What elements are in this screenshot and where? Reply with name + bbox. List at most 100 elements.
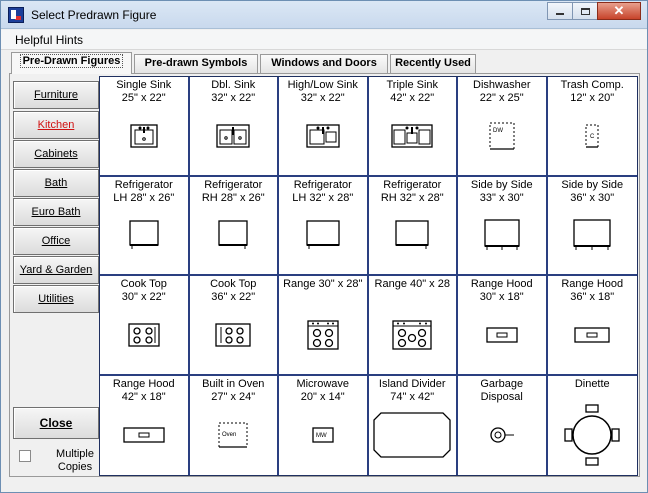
figure-grid: Single Sink 25" x 22" Dbl. Sink 32" x 22… xyxy=(99,76,638,476)
figure-cell[interactable]: Garbage Disposal xyxy=(458,375,548,475)
range-40-icon xyxy=(392,319,432,350)
tab-windows-and-doors[interactable]: Windows and Doors xyxy=(260,54,388,73)
figure-size: 25" x 22" xyxy=(121,92,166,104)
figure-cell[interactable]: Side by Side 33" x 30" xyxy=(458,176,548,276)
figure-cell[interactable]: Triple Sink 42" x 22" xyxy=(368,77,458,177)
minimize-button[interactable] xyxy=(547,2,573,20)
tab-recently-used[interactable]: Recently Used xyxy=(390,54,476,73)
dishwasher-icon: DW xyxy=(489,122,515,150)
sink-highlow-icon xyxy=(306,123,340,148)
icon-label: C xyxy=(590,134,595,140)
figure-name: Side by Side xyxy=(470,178,533,191)
figure-size: 30" x 18" xyxy=(479,291,524,303)
figure-size: 33" x 30" xyxy=(479,191,524,204)
figure-cell[interactable]: Trash Comp. 12" x 20" C xyxy=(547,77,637,177)
figure-size: 30" x 22" xyxy=(121,291,166,303)
figure-size: 22" x 25" xyxy=(479,92,524,104)
cooktop-36-icon xyxy=(215,322,251,347)
figure-cell[interactable]: Island Divider 74" x 42" xyxy=(368,375,458,475)
sidebar-item-yard-garden[interactable]: Yard & Garden xyxy=(13,256,99,284)
figure-cell[interactable]: Refrigerator LH 32" x 28" xyxy=(279,176,369,276)
sidebar-item-utilities[interactable]: Utilities xyxy=(13,285,99,313)
tab-pre-drawn-figures[interactable]: Pre-Drawn Figures xyxy=(11,52,132,74)
range-30-icon xyxy=(307,319,339,350)
maximize-button[interactable] xyxy=(572,2,598,20)
figure-cell[interactable]: Range Hood 30" x 18" xyxy=(458,276,548,376)
figure-name: Range Hood xyxy=(561,278,624,290)
range-hood-30-icon xyxy=(486,326,518,343)
menu-helpful-hints[interactable]: Helpful Hints xyxy=(15,33,83,47)
figure-size: 27" x 24" xyxy=(211,390,256,403)
sidebar-item-bath[interactable]: Bath xyxy=(13,169,99,197)
figure-cell[interactable]: Cook Top 30" x 22" xyxy=(100,276,190,376)
figure-name: Garbage xyxy=(480,377,524,390)
figure-cell[interactable]: Dinette xyxy=(547,375,637,475)
tab-label: Recently Used xyxy=(395,57,471,69)
range-hood-42-icon xyxy=(123,427,165,443)
refrigerator-rh-28-icon xyxy=(218,220,248,249)
trash-compactor-icon: C xyxy=(585,124,599,148)
figure-size: 36" x 22" xyxy=(211,291,256,303)
built-in-oven-icon: Oven xyxy=(218,422,248,448)
figure-cell[interactable]: Single Sink 25" x 22" xyxy=(100,77,190,177)
sidebar-item-office[interactable]: Office xyxy=(13,227,99,255)
figure-name: Single Sink xyxy=(116,79,172,91)
tab-label: Pre-drawn Symbols xyxy=(144,57,248,69)
sidebar-item-kitchen[interactable]: Kitchen xyxy=(13,111,99,139)
figure-size: 42" x 18" xyxy=(121,390,166,403)
garbage-disposal-icon xyxy=(490,427,514,443)
figure-name: Range 30" x 28" xyxy=(283,278,363,290)
figure-size: RH 32" x 28" xyxy=(380,191,444,204)
multiple-copies-checkbox[interactable] xyxy=(19,450,31,462)
figure-cell[interactable]: Range 30" x 28" xyxy=(279,276,369,376)
figure-name: Island Divider xyxy=(378,377,446,390)
figure-cell[interactable]: Dbl. Sink 32" x 22" xyxy=(189,77,279,177)
sidebar-item-furniture[interactable]: Furniture xyxy=(13,81,99,109)
tab-pre-drawn-symbols[interactable]: Pre-drawn Symbols xyxy=(134,54,258,73)
refrigerator-lh-32-icon xyxy=(306,220,340,249)
figure-cell[interactable]: Refrigerator RH 32" x 28" xyxy=(368,176,458,276)
sidebar-item-cabinets[interactable]: Cabinets xyxy=(13,140,99,168)
figure-cell[interactable]: Built in Oven 27" x 24" Oven xyxy=(189,375,279,475)
figure-name: Microwave xyxy=(296,377,350,390)
figure-size: RH 28" x 26" xyxy=(201,191,265,204)
figure-name: Cook Top xyxy=(120,278,167,290)
figure-size: LH 32" x 28" xyxy=(292,191,354,204)
icon-label: Oven xyxy=(222,432,236,438)
figure-size: 32" x 22" xyxy=(300,92,345,104)
figure-cell[interactable]: Range Hood 42" x 18" xyxy=(100,375,190,475)
maximize-icon xyxy=(580,7,590,15)
side-by-side-33-icon xyxy=(484,219,520,250)
figure-cell[interactable]: Refrigerator LH 28" x 26" xyxy=(100,176,190,276)
figure-size: 36" x 30" xyxy=(570,191,615,204)
figure-name: Range Hood xyxy=(470,278,533,290)
icon-label: MW xyxy=(316,433,327,439)
figure-name: Trash Comp. xyxy=(560,79,624,91)
close-window-button[interactable]: ✕ xyxy=(597,2,641,20)
figure-name: Refrigerator xyxy=(383,178,442,191)
app-icon xyxy=(8,7,24,23)
figure-cell[interactable]: Refrigerator RH 28" x 26" xyxy=(189,176,279,276)
close-button[interactable]: Close xyxy=(13,407,99,439)
figure-size: 32" x 22" xyxy=(211,92,256,104)
figure-name: Dinette xyxy=(574,377,610,390)
figure-name: Dbl. Sink xyxy=(211,79,256,91)
sink-single-icon xyxy=(130,123,158,148)
tab-label: Pre-Drawn Figures xyxy=(19,54,124,68)
figure-cell[interactable]: Range 40" x 28 xyxy=(368,276,458,376)
island-divider-icon xyxy=(373,412,451,458)
figure-cell[interactable]: Range Hood 36" x 18" xyxy=(547,276,637,376)
figure-cell[interactable]: Microwave 20" x 14" MW xyxy=(279,375,369,475)
figure-cell[interactable]: Dishwasher 22" x 25" DW xyxy=(458,77,548,177)
figure-name: Refrigerator xyxy=(114,178,173,191)
figure-cell[interactable]: Cook Top 36" x 22" xyxy=(189,276,279,376)
figure-cell[interactable]: High/Low Sink 32" x 22" xyxy=(279,77,369,177)
sidebar-item-euro-bath[interactable]: Euro Bath xyxy=(13,198,99,226)
figure-name: Range Hood xyxy=(112,377,175,390)
refrigerator-rh-32-icon xyxy=(395,220,429,249)
microwave-icon: MW xyxy=(312,427,334,443)
sink-double-icon xyxy=(216,123,250,148)
figure-name: Built in Oven xyxy=(202,377,265,390)
title-bar: Select Predrawn Figure ✕ xyxy=(1,1,647,29)
figure-cell[interactable]: Side by Side 36" x 30" xyxy=(547,176,637,276)
